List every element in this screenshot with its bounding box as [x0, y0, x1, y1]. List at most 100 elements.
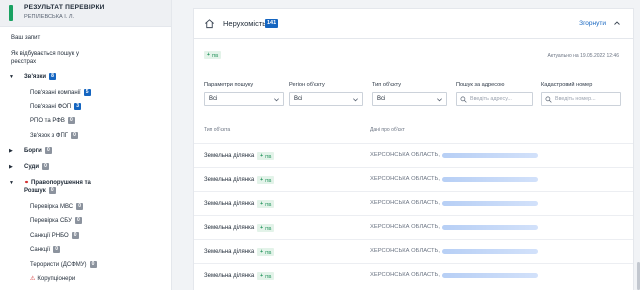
sidebar-item-sbu[interactable]: Перевірка СБУ 0 [30, 217, 82, 224]
source-tag-label: ПВ [211, 52, 219, 58]
collapse-button[interactable]: Згорнути [579, 20, 606, 27]
status-check-icon [9, 5, 13, 21]
plus-icon: + [260, 249, 264, 255]
row-data-text: ХЕРСОНСЬКА ОБЛАСТЬ, [370, 200, 440, 206]
filter-type-label: Тип об'єкту [372, 82, 402, 88]
panel-title: Нерухомість [223, 19, 267, 28]
column-header-type: Тип об'єкта [204, 127, 231, 133]
source-tag-label: ПВ [265, 153, 272, 159]
row-data: ХЕРСОНСЬКА ОБЛАСТЬ, [370, 200, 538, 206]
select-value: Всі [294, 96, 303, 102]
source-tag-label: ПВ [265, 273, 272, 279]
sidebar-item-request[interactable]: Ваш запит [11, 35, 40, 41]
sidebar-item-terrorists[interactable]: Терористи (ДСФМУ) 0 [30, 261, 97, 268]
count-badge: 0 [67, 117, 75, 124]
sidebar-item-links[interactable]: Зв'язки 8 [24, 73, 57, 80]
filter-address-label: Пошук за адресою [456, 82, 505, 88]
plus-icon: + [260, 225, 264, 231]
row-data-text: ХЕРСОНСЬКА ОБЛАСТЬ, [370, 248, 440, 254]
sidebar-item-debts[interactable]: Борги 0 [24, 147, 52, 154]
sidebar-item-related-fop[interactable]: Пов'язані ФОП 3 [30, 103, 82, 110]
filter-cadastral-label: Кадастровий номер [541, 82, 593, 88]
count-badge: 0 [71, 132, 79, 139]
sidebar-item-label: Зв'язок з ФПГ [30, 132, 69, 139]
sidebar-title: РЕЗУЛЬТАТ ПЕРЕВІРКИ [24, 4, 105, 11]
sidebar-item-courts[interactable]: Суди 0 [24, 163, 50, 170]
row-type: Земельна ділянка + ПВ [204, 224, 275, 232]
panel-header: Нерухомість 141 Згорнути [194, 9, 633, 39]
cadastral-search-input[interactable]: Введіть номер... [541, 92, 621, 106]
count-badge: 0 [89, 261, 97, 268]
column-header-data: Дані про об'єкт [370, 127, 405, 133]
sidebar-item-label: Розшук [24, 187, 46, 194]
sidebar-item-wanted[interactable]: Розшук 0 [24, 187, 56, 194]
filter-region-label: Регіон об'єкту [289, 82, 325, 88]
row-data-text: ХЕРСОНСЬКА ОБЛАСТЬ, [370, 224, 440, 230]
table-row[interactable]: Земельна ділянка + ПВ ХЕРСОНСЬКА ОБЛАСТЬ, [194, 263, 633, 287]
source-tag: + ПВ [257, 200, 275, 208]
sidebar-item-fpg[interactable]: Зв'язок з ФПГ 0 [30, 132, 79, 139]
row-data: ХЕРСОНСЬКА ОБЛАСТЬ, [370, 176, 538, 182]
sidebar-item-label: Санкції РНБО [30, 232, 69, 239]
filter-params-select[interactable]: Всі [204, 92, 284, 106]
sidebar-item-sanctions[interactable]: Санкції 0 [30, 246, 61, 253]
sidebar-subtitle: РЕПІЛЕВСЬКА І. Л. [24, 14, 75, 20]
chevron-right-icon[interactable]: ▶ [9, 164, 13, 170]
count-badge: 0 [42, 163, 50, 170]
chevron-right-icon[interactable]: ▶ [9, 148, 13, 154]
row-data: ХЕРСОНСЬКА ОБЛАСТЬ, [370, 272, 538, 278]
redacted-address [441, 200, 538, 206]
chevron-up-icon[interactable] [613, 19, 621, 27]
sidebar-item-corrupt[interactable]: ⚠ Корупціонери [30, 275, 76, 283]
table-row[interactable]: Земельна ділянка + ПВ ХЕРСОНСЬКА ОБЛАСТЬ, [194, 143, 633, 167]
chevron-down-icon[interactable]: ▼ [9, 180, 14, 186]
sidebar-item-label: Перевірка СБУ [30, 217, 72, 224]
table-row[interactable]: Земельна ділянка + ПВ ХЕРСОНСЬКА ОБЛАСТЬ, [194, 167, 633, 191]
source-tag-label: ПВ [265, 177, 272, 183]
plus-icon: + [260, 273, 264, 279]
row-data: ХЕРСОНСЬКА ОБЛАСТЬ, [370, 248, 538, 254]
sidebar-item-label: Терористи (ДСФМУ) [30, 261, 87, 268]
count-badge: 0 [44, 147, 52, 154]
redacted-address [441, 272, 538, 278]
handcuffs-icon: ⚭ [24, 180, 30, 186]
home-icon [205, 19, 214, 29]
source-tag: + ПВ [257, 272, 275, 280]
count-badge: 0 [71, 232, 79, 239]
redacted-address [441, 152, 538, 158]
sidebar-item-label: Корупціонери [37, 275, 76, 282]
sidebar-item-offenses[interactable]: ⚭ Правопорушення та [24, 179, 91, 187]
count-badge: 0 [76, 203, 84, 210]
source-tag: + ПВ [257, 152, 275, 160]
search-icon [460, 96, 467, 103]
chevron-down-icon [274, 98, 279, 102]
sidebar-item-label: Ваш запит [11, 35, 41, 41]
redacted-address [441, 248, 538, 254]
sidebar-item-related-companies[interactable]: Пов'язані компанії 5 [30, 89, 91, 96]
sidebar-item-rpo[interactable]: РПО та РФВ 0 [30, 117, 75, 124]
filter-region-select[interactable]: Всі [289, 92, 363, 106]
real-estate-panel: Нерухомість 141 Згорнути + ПВ Актуально н… [193, 8, 634, 290]
chevron-down-icon[interactable]: ▼ [9, 74, 14, 80]
search-icon [545, 96, 552, 103]
filter-type-select[interactable]: Всі [372, 92, 447, 106]
table-row[interactable]: Земельна ділянка + ПВ ХЕРСОНСЬКА ОБЛАСТЬ, [194, 239, 633, 263]
address-search-input[interactable]: Введіть адресу... [456, 92, 533, 106]
table-row[interactable]: Земельна ділянка + ПВ ХЕРСОНСЬКА ОБЛАСТЬ, [194, 215, 633, 239]
sidebar-item-label: Перевірка МВС [30, 203, 74, 210]
sidebar-item-mvs[interactable]: Перевірка МВС 0 [30, 203, 84, 210]
row-type: Земельна ділянка + ПВ [204, 200, 275, 208]
sidebar-item-how-search-cont[interactable]: реєстрах [11, 59, 36, 65]
sidebar-item-label: реєстрах [11, 59, 37, 65]
sidebar-item-rnbo[interactable]: Санкції РНБО 0 [30, 232, 79, 239]
chevron-down-icon [353, 98, 358, 102]
sidebar-item-label: Як відбувається пошук у [11, 51, 79, 57]
table-row[interactable]: Земельна ділянка + ПВ ХЕРСОНСЬКА ОБЛАСТЬ, [194, 191, 633, 215]
source-tag-label: ПВ [265, 225, 272, 231]
sidebar-item-label: РПО та РФВ [30, 117, 65, 124]
count-badge: 3 [74, 103, 82, 110]
input-placeholder: Введіть адресу... [470, 96, 512, 102]
sidebar-item-how-search[interactable]: Як відбувається пошук у [11, 51, 79, 57]
row-type-label: Земельна ділянка [204, 225, 255, 231]
input-placeholder: Введіть номер... [555, 96, 596, 102]
